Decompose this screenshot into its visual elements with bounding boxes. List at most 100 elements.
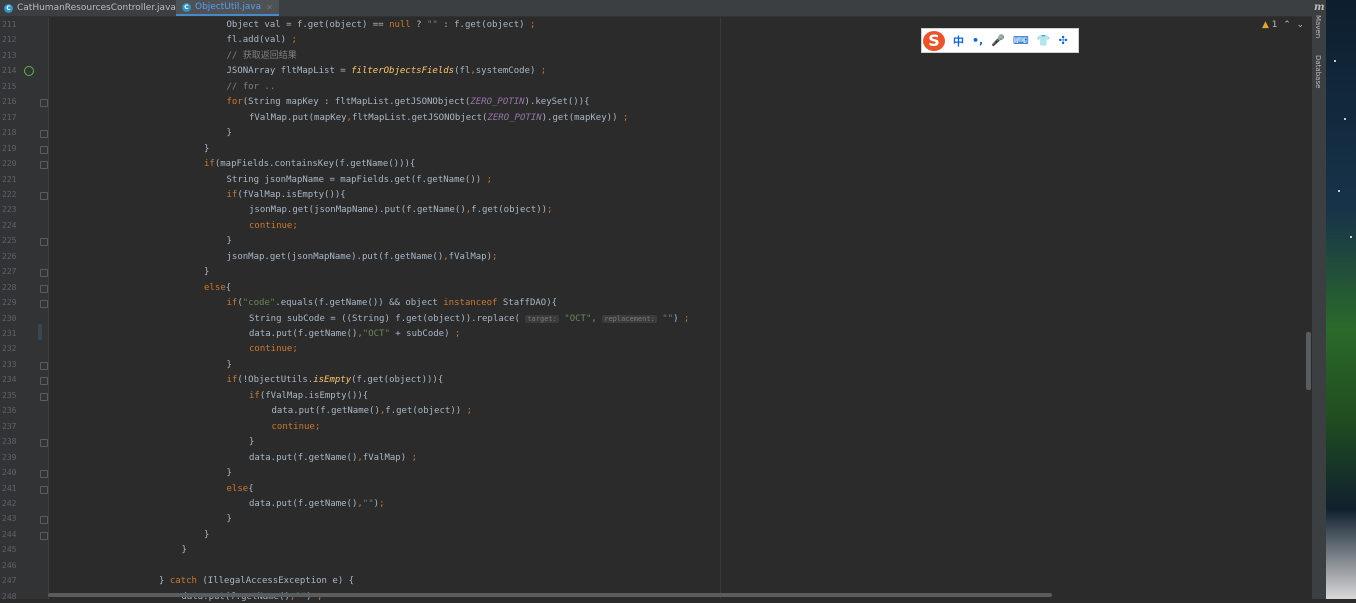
code-line[interactable]: } bbox=[227, 235, 232, 247]
microphone-icon[interactable]: 🎤 bbox=[991, 34, 1005, 47]
code-token: } bbox=[226, 128, 232, 139]
fold-marker-icon[interactable] bbox=[40, 191, 48, 200]
code-token: ; bbox=[683, 313, 690, 324]
ime-toolbar[interactable]: S 中 •, 🎤 ⌨ 👕 ✣ bbox=[921, 28, 1079, 53]
desktop-wallpaper bbox=[1326, 0, 1356, 599]
code-line[interactable]: // for .. bbox=[227, 81, 276, 93]
code-token: fValMap.put(mapKey bbox=[249, 112, 347, 123]
fold-marker-icon[interactable] bbox=[40, 145, 48, 154]
database-tool-tab[interactable]: Database bbox=[1314, 55, 1322, 88]
code-line[interactable]: // 获取返回结果 bbox=[227, 50, 297, 62]
tab-label: CatHumanResourcesController.java bbox=[17, 3, 176, 13]
skin-shirt-icon[interactable]: 👕 bbox=[1037, 34, 1051, 47]
chevron-up-icon[interactable]: ⌃ bbox=[1280, 20, 1291, 30]
code-line[interactable]: continue; bbox=[272, 421, 321, 433]
code-token: "" bbox=[427, 20, 438, 30]
code-token: ) bbox=[673, 313, 684, 324]
ime-chinese-mode[interactable]: 中 bbox=[953, 33, 964, 49]
change-marker[interactable] bbox=[38, 324, 42, 340]
code-token: if bbox=[204, 159, 215, 170]
code-line[interactable]: else{ bbox=[227, 483, 254, 495]
chevron-down-icon[interactable]: ⌄ bbox=[1294, 20, 1305, 30]
code-line[interactable]: } bbox=[227, 359, 232, 371]
line-number: 221 bbox=[2, 174, 17, 184]
code-line[interactable]: String jsonMapName = mapFields.get(f.get… bbox=[227, 174, 493, 186]
code-line[interactable]: continue; bbox=[249, 220, 298, 232]
code-line[interactable]: if("code".equals(f.getName()) && object … bbox=[227, 297, 558, 309]
code-token: ).keySet()){ bbox=[524, 97, 590, 108]
fold-marker-icon[interactable] bbox=[40, 377, 48, 386]
code-line[interactable]: jsonMap.get(jsonMapName).put(f.getName()… bbox=[249, 204, 552, 216]
code-line[interactable]: } bbox=[182, 544, 187, 556]
fold-marker-icon[interactable] bbox=[40, 531, 48, 540]
line-number: 219 bbox=[2, 143, 17, 153]
code-line[interactable]: } bbox=[249, 436, 254, 448]
line-number: 213 bbox=[2, 50, 17, 60]
fold-marker-icon[interactable] bbox=[40, 439, 48, 448]
keyboard-icon[interactable]: ⌨ bbox=[1013, 34, 1029, 47]
inspection-widget[interactable]: ▲ 1 ⌃ ⌄ bbox=[1262, 20, 1304, 30]
maven-icon[interactable]: m bbox=[1314, 2, 1325, 13]
code-line[interactable]: else{ bbox=[204, 282, 231, 294]
code-line[interactable]: fl.add(val) ; bbox=[227, 34, 297, 46]
fold-marker-icon[interactable] bbox=[40, 161, 48, 170]
implemented-method-icon[interactable] bbox=[24, 66, 34, 76]
code-token: (fl bbox=[454, 66, 471, 77]
code-line[interactable]: String subCode = ((String) f.get(object)… bbox=[249, 313, 689, 325]
right-tool-sidebar bbox=[1312, 0, 1326, 599]
toolbox-icon[interactable]: ✣ bbox=[1059, 34, 1068, 47]
code-token: } bbox=[249, 437, 255, 448]
fold-marker-icon[interactable] bbox=[40, 516, 48, 525]
code-line[interactable]: data.put(f.getName(),""); bbox=[249, 498, 384, 510]
line-number-gutter[interactable]: 211 212 213 214 215 216 217 218 219 220 221 222 223 2… bbox=[0, 17, 49, 601]
code-line[interactable]: continue; bbox=[249, 343, 298, 355]
code-line[interactable]: } bbox=[204, 143, 209, 155]
code-token: continue; bbox=[271, 421, 321, 432]
fold-marker-icon[interactable] bbox=[40, 269, 48, 278]
code-line[interactable]: Object val = f.get(object) == null ? "" … bbox=[227, 19, 536, 31]
line-number: 244 bbox=[2, 529, 17, 539]
code-token: ; bbox=[379, 498, 385, 509]
horizontal-scrollbar[interactable] bbox=[48, 593, 1052, 597]
tab-cat-human-resources-controller[interactable]: C CatHumanResourcesController.java ✕ bbox=[4, 0, 188, 16]
code-line[interactable]: if(fValMap.isEmpty()){ bbox=[249, 390, 368, 402]
fold-marker-icon[interactable] bbox=[40, 99, 48, 108]
line-number: 246 bbox=[2, 560, 17, 570]
fold-marker-icon[interactable] bbox=[40, 300, 48, 309]
code-line[interactable]: } bbox=[227, 513, 232, 525]
maven-tool-tab[interactable]: Maven bbox=[1314, 15, 1322, 38]
code-line[interactable]: data.put(f.getName(),"OCT" + subCode) ; bbox=[249, 328, 460, 340]
fold-marker-icon[interactable] bbox=[40, 470, 48, 479]
code-line[interactable]: } bbox=[227, 467, 232, 479]
code-line[interactable]: fValMap.put(mapKey,fltMapList.getJSONObj… bbox=[249, 112, 628, 124]
code-token: fValMap) bbox=[362, 452, 412, 463]
code-line[interactable]: jsonMap.get(jsonMapName).put(f.getName()… bbox=[227, 251, 498, 263]
sogou-logo-icon[interactable]: S bbox=[923, 30, 945, 51]
tab-object-util[interactable]: C ObjectUtil.java ✕ bbox=[176, 0, 279, 16]
close-icon[interactable]: ✕ bbox=[266, 3, 273, 12]
code-line[interactable]: if(!ObjectUtils.isEmpty(f.get(object))){ bbox=[227, 374, 444, 386]
code-line[interactable]: } bbox=[227, 127, 232, 139]
code-line[interactable]: } bbox=[204, 266, 209, 278]
code-line[interactable]: JSONArray fltMapList = filterObjectsFiel… bbox=[227, 65, 547, 77]
fold-marker-icon[interactable] bbox=[40, 392, 48, 401]
code-line[interactable]: for(String mapKey : fltMapList.getJSONOb… bbox=[227, 96, 590, 108]
code-token: (f.get(object))){ bbox=[351, 375, 444, 386]
vertical-scrollbar[interactable] bbox=[1306, 332, 1311, 390]
code-token: } bbox=[204, 529, 210, 540]
fold-marker-icon[interactable] bbox=[40, 238, 48, 247]
code-token: } bbox=[204, 143, 210, 154]
code-token: ; bbox=[411, 452, 417, 463]
code-line[interactable]: data.put(f.getName(),fValMap) ; bbox=[249, 452, 417, 464]
code-line[interactable]: data.put(f.getName(),f.get(object)) ; bbox=[272, 405, 473, 417]
code-line[interactable]: if(mapFields.containsKey(f.getName())){ bbox=[204, 158, 415, 170]
line-number: 242 bbox=[2, 498, 17, 508]
fold-marker-icon[interactable] bbox=[40, 485, 48, 494]
fold-marker-icon[interactable] bbox=[40, 361, 48, 370]
fold-marker-icon[interactable] bbox=[40, 284, 48, 293]
code-line[interactable]: } catch (IllegalAccessException e) { bbox=[159, 575, 354, 587]
code-line[interactable]: } bbox=[204, 529, 209, 541]
fold-marker-icon[interactable] bbox=[40, 130, 48, 139]
code-line[interactable]: if(fValMap.isEmpty()){ bbox=[227, 189, 346, 201]
ime-punctuation-icon[interactable]: •, bbox=[972, 34, 983, 47]
